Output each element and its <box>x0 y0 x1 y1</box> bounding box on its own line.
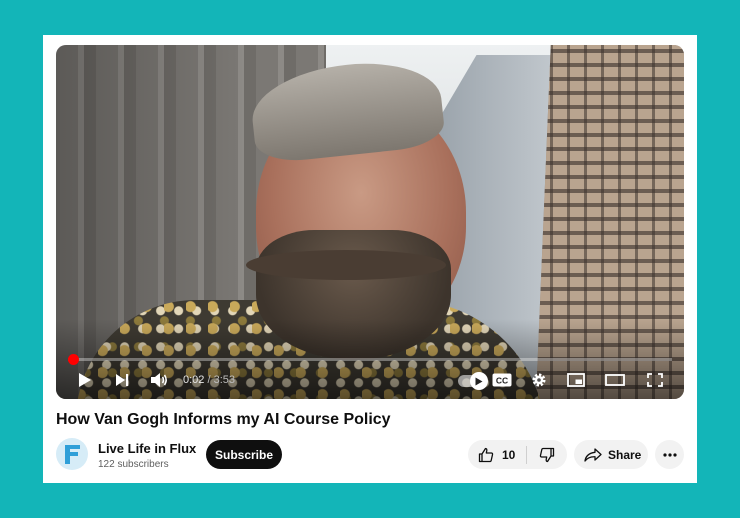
channel-name[interactable]: Live Life in Flux <box>98 441 196 456</box>
like-dislike-group: 10 <box>468 440 567 469</box>
progress-bar[interactable] <box>68 354 672 365</box>
miniplayer-button[interactable] <box>565 369 587 391</box>
next-icon <box>116 374 129 386</box>
share-icon <box>584 447 602 462</box>
thumbs-up-icon <box>478 447 494 462</box>
channel-avatar[interactable] <box>56 438 88 470</box>
time-display: 0:02 / 3:53 <box>183 374 235 386</box>
like-button[interactable]: 10 <box>468 440 526 469</box>
gear-icon <box>532 373 546 387</box>
duration: 3:53 <box>213 374 236 386</box>
play-button[interactable] <box>74 369 96 391</box>
video-title: How Van Gogh Informs my AI Course Policy <box>56 411 391 428</box>
fullscreen-button[interactable] <box>644 369 666 391</box>
channel-logo-icon <box>65 445 80 464</box>
play-icon <box>79 373 91 387</box>
video-card: 0:02 / 3:53 CC How Van Gogh Informs my A… <box>43 35 697 483</box>
dislike-button[interactable] <box>527 440 567 469</box>
autoplay-toggle-icon <box>475 377 483 385</box>
thumbs-down-icon <box>539 447 555 462</box>
settings-button[interactable] <box>528 369 550 391</box>
time-separator: / <box>204 374 214 386</box>
subscribe-button[interactable]: Subscribe <box>206 440 282 469</box>
volume-button[interactable] <box>147 369 171 391</box>
more-actions-button[interactable] <box>655 440 684 469</box>
volume-icon <box>151 373 167 387</box>
captions-icon: CC <box>492 373 512 387</box>
theater-mode-icon <box>605 374 625 386</box>
subscriber-count: 122 subscribers <box>98 459 169 470</box>
captions-button[interactable]: CC <box>490 369 514 391</box>
current-time: 0:02 <box>183 374 205 386</box>
next-button[interactable] <box>111 369 133 391</box>
more-horizontal-icon <box>662 452 677 457</box>
miniplayer-icon <box>567 373 585 387</box>
captions-label: CC <box>496 375 508 385</box>
video-frame-mustache <box>246 250 446 280</box>
like-count: 10 <box>502 447 516 462</box>
fullscreen-icon <box>647 373 663 387</box>
theater-mode-button[interactable] <box>603 369 627 391</box>
share-button[interactable]: Share <box>574 440 648 469</box>
autoplay-knob <box>470 372 488 390</box>
progress-scrubber[interactable] <box>68 354 80 365</box>
video-player[interactable]: 0:02 / 3:53 CC <box>56 45 684 399</box>
share-label: Share <box>608 447 642 462</box>
autoplay-toggle[interactable] <box>458 372 488 390</box>
